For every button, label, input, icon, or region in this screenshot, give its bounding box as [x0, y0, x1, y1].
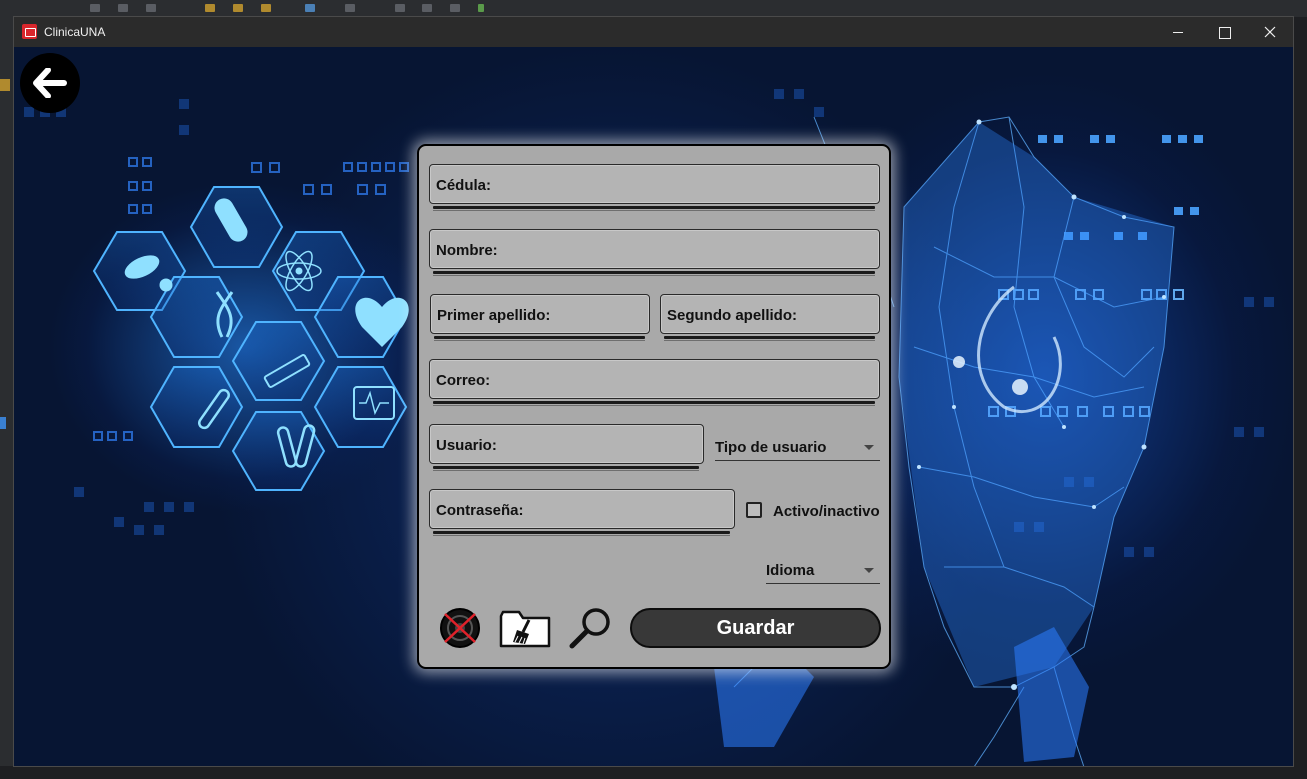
segundo-apellido-input[interactable] — [661, 295, 879, 333]
usuario-underline — [433, 466, 699, 471]
ide-toolbar-icon — [422, 4, 432, 12]
segundo-apellido-field[interactable]: Segundo apellido: — [660, 294, 880, 334]
segundo-apellido-underline — [664, 336, 875, 341]
activo-label: Activo/inactivo — [773, 503, 880, 520]
guardar-button[interactable]: Guardar — [630, 608, 881, 648]
ide-toolbar-icon — [305, 4, 315, 12]
user-form-panel: Cédula: Nombre: Primer apellido: Segundo… — [417, 144, 891, 669]
primer-apellido-field[interactable]: Primer apellido: — [430, 294, 650, 334]
ide-left-gutter — [0, 17, 14, 779]
app-window: ClinicaUNA Cédula: Nombre: Primer apelli… — [13, 16, 1294, 767]
nombre-field[interactable]: Nombre: — [429, 229, 880, 269]
usuario-input[interactable] — [430, 425, 703, 463]
idioma-label: Idioma — [766, 562, 815, 579]
chevron-down-icon — [864, 568, 874, 573]
ide-gutter-mark — [0, 79, 10, 91]
cedula-underline — [433, 206, 875, 211]
ide-toolbar-icon — [233, 4, 243, 12]
contrasena-underline — [433, 531, 730, 536]
ide-toolbar-background — [0, 0, 1307, 17]
delete-icon — [440, 608, 480, 648]
ide-bottom-strip — [0, 766, 1307, 779]
close-icon — [1264, 26, 1276, 38]
activo-checkbox[interactable] — [746, 502, 762, 518]
primer-apellido-input[interactable] — [431, 295, 649, 333]
primer-apellido-underline — [434, 336, 645, 341]
ide-toolbar-icon — [90, 4, 100, 12]
nombre-input[interactable] — [430, 230, 879, 268]
close-button[interactable] — [1247, 17, 1293, 47]
ide-toolbar-icon — [478, 4, 484, 12]
tipo-usuario-select[interactable]: Tipo de usuario — [715, 431, 880, 461]
clean-button[interactable] — [499, 608, 551, 648]
minimize-button[interactable] — [1155, 17, 1201, 47]
correo-field[interactable]: Correo: — [429, 359, 880, 399]
ide-toolbar-icon — [146, 4, 156, 12]
maximize-button[interactable] — [1201, 17, 1247, 47]
back-arrow-icon — [33, 68, 67, 98]
contrasena-field[interactable]: Contraseña: — [429, 489, 735, 529]
correo-underline — [433, 401, 875, 406]
ide-toolbar-icon — [261, 4, 271, 12]
window-title: ClinicaUNA — [44, 25, 106, 39]
delete-button[interactable] — [438, 607, 482, 649]
ide-gutter-mark — [0, 417, 6, 429]
search-magnifier-icon — [569, 608, 610, 649]
main-content: Cédula: Nombre: Primer apellido: Segundo… — [14, 47, 1293, 766]
ide-toolbar-icon — [450, 4, 460, 12]
search-button[interactable] — [568, 606, 614, 650]
correo-input[interactable] — [430, 360, 879, 398]
clean-folder-broom-icon — [499, 610, 551, 648]
idioma-select[interactable]: Idioma — [766, 554, 880, 584]
cedula-input[interactable] — [430, 165, 879, 203]
usuario-field[interactable]: Usuario: — [429, 424, 704, 464]
nombre-underline — [433, 271, 875, 276]
tipo-usuario-label: Tipo de usuario — [715, 439, 827, 456]
contrasena-input[interactable] — [430, 490, 734, 528]
chevron-down-icon — [864, 445, 874, 450]
ide-toolbar-icon — [345, 4, 355, 12]
ide-toolbar-icon — [118, 4, 128, 12]
ide-toolbar-icon — [395, 4, 405, 12]
back-button[interactable] — [20, 53, 80, 113]
cedula-field[interactable]: Cédula: — [429, 164, 880, 204]
title-bar: ClinicaUNA — [14, 17, 1293, 47]
ide-toolbar-icon — [205, 4, 215, 12]
app-icon — [22, 24, 37, 39]
